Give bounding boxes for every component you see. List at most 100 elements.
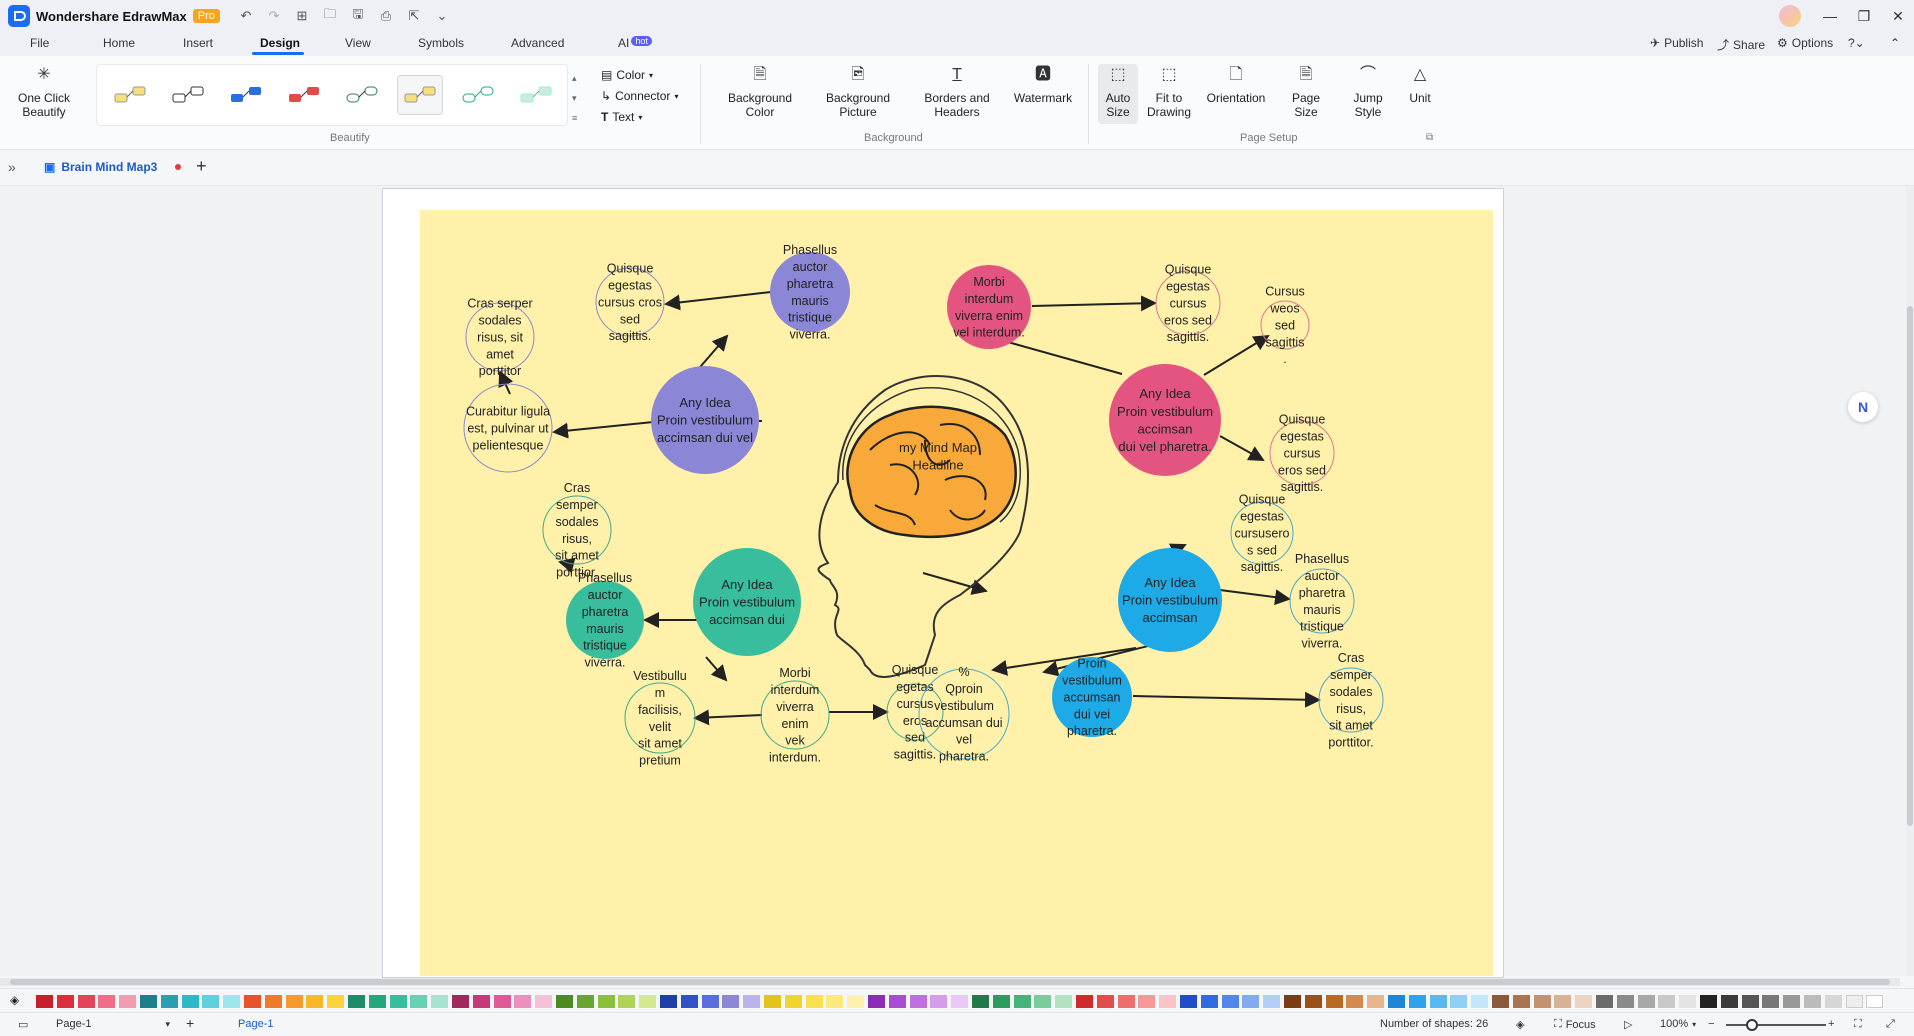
one-click-beautify-button[interactable]: ✳ One Click Beautify <box>14 67 74 120</box>
mind-map-node-c12[interactable]: Vestibullu m facilisis, velit sit amet pretiu… <box>624 669 696 768</box>
pro-badge[interactable]: Pro <box>192 9 220 23</box>
mind-map-node-c3[interactable]: Cras serper sodales risus, sit amet porttito… <box>465 297 535 379</box>
options-button[interactable]: ⚙ Options <box>1777 36 1833 50</box>
zoom-select[interactable]: 100% ▾ <box>1660 1018 1696 1030</box>
add-page-icon[interactable]: + <box>186 1015 194 1031</box>
play-icon[interactable]: ▷ <box>1624 1018 1632 1031</box>
color-swatch[interactable] <box>1492 995 1509 1008</box>
zoom-slider[interactable] <box>1726 1019 1826 1031</box>
color-swatch[interactable] <box>1096 995 1114 1008</box>
color-swatch[interactable] <box>202 995 220 1008</box>
color-swatch[interactable] <box>535 995 553 1008</box>
color-swatch[interactable] <box>56 995 74 1008</box>
color-swatch[interactable] <box>597 995 615 1008</box>
color-swatch[interactable] <box>722 995 740 1008</box>
mind-map-node-c9[interactable]: Cras semper sodales risus, sit amet porttior. <box>542 481 612 580</box>
color-swatch[interactable] <box>98 995 116 1008</box>
mind-map-background[interactable]: my Mind Map Headline Any Idea Proin vestibu… <box>420 210 1493 976</box>
color-swatch[interactable] <box>514 995 532 1008</box>
color-swatch[interactable] <box>1720 995 1738 1008</box>
color-swatch[interactable] <box>36 995 53 1008</box>
add-tab-icon[interactable]: + <box>196 156 207 177</box>
mind-map-node-p1[interactable]: Any Idea Proin vestibulum accimsan dui vel <box>651 366 759 474</box>
gallery-scroll-controls[interactable]: ▴ ▾ ≡ <box>572 68 577 128</box>
undo-icon[interactable]: ↶ <box>236 6 256 26</box>
color-swatch[interactable] <box>1575 995 1593 1008</box>
color-swatch[interactable] <box>868 995 885 1008</box>
color-swatch[interactable] <box>909 995 927 1008</box>
close-icon[interactable]: ✕ <box>1880 0 1914 32</box>
background-color-button[interactable]: 🗎 Background Color <box>720 67 800 120</box>
color-swatch[interactable] <box>77 995 95 1008</box>
style-thumb-2[interactable] <box>165 75 211 115</box>
restore-icon[interactable]: ❐ <box>1846 0 1882 32</box>
ai-assistant-button[interactable]: N <box>1848 392 1878 422</box>
color-swatch[interactable] <box>764 995 781 1008</box>
mind-map-node-p2[interactable]: Any Idea Proin vestibulum accimsan dui vel … <box>1109 364 1221 476</box>
color-swatch[interactable] <box>1471 995 1489 1008</box>
connector-arrow[interactable] <box>1219 589 1291 606</box>
color-swatch[interactable] <box>1034 995 1052 1008</box>
fit-page-icon[interactable]: ⛶ <box>1854 1018 1862 1031</box>
color-swatch[interactable] <box>888 995 906 1008</box>
fit-to-drawing-button[interactable]: ⬚ Fit to Drawing <box>1144 67 1194 120</box>
mind-map-node-c17[interactable]: Proin vestibulum accumsan dui vei pharetra. <box>1052 657 1132 739</box>
minimize-icon[interactable]: — <box>1812 0 1848 32</box>
color-swatch[interactable] <box>826 995 844 1008</box>
color-swatch[interactable] <box>1783 995 1801 1008</box>
mind-map-node-p3[interactable]: Any Idea Proin vestibulum accimsan dui <box>693 548 801 656</box>
export-icon[interactable]: ⇱ <box>404 6 424 26</box>
color-swatch[interactable] <box>1180 995 1197 1008</box>
color-swatch[interactable] <box>1367 995 1385 1008</box>
color-swatch[interactable] <box>680 995 698 1008</box>
tab-design[interactable]: Design <box>260 36 300 50</box>
page-select[interactable]: Page-1 ▾ <box>56 1018 170 1030</box>
mind-map-node-c6[interactable]: Quisque egestas cursus eros sed sagittis. <box>1155 263 1221 345</box>
page-tab-1[interactable]: Page-1 <box>238 1018 273 1030</box>
zoom-in-icon[interactable]: + <box>1828 1018 1834 1030</box>
color-swatch[interactable] <box>1325 995 1343 1008</box>
color-swatch[interactable] <box>1117 995 1135 1008</box>
style-thumb-6[interactable] <box>397 75 443 115</box>
color-swatch[interactable] <box>1346 995 1364 1008</box>
mind-map-node-c8[interactable]: Quisque egestas cursus eros sed sagittis. <box>1269 413 1335 495</box>
horizontal-scrollbar[interactable] <box>0 978 1900 986</box>
color-swatch[interactable] <box>784 995 802 1008</box>
style-thumb-8[interactable] <box>513 75 559 115</box>
open-folder-icon[interactable]: 🗀 <box>320 6 340 26</box>
color-swatch[interactable] <box>1741 995 1759 1008</box>
customize-quick-access-icon[interactable]: ⌄ <box>432 6 452 26</box>
connector-arrow[interactable] <box>1132 691 1321 708</box>
color-swatch[interactable] <box>847 995 865 1008</box>
orientation-button[interactable]: 🗋 Orientation <box>1200 67 1272 106</box>
connector-arrow[interactable] <box>552 421 654 439</box>
color-swatch[interactable] <box>1804 995 1821 1008</box>
print-icon[interactable]: ⎙ <box>376 6 396 26</box>
color-swatch[interactable] <box>160 995 178 1008</box>
color-swatch[interactable] <box>1388 995 1405 1008</box>
color-swatch[interactable] <box>805 995 823 1008</box>
color-swatch[interactable] <box>181 995 199 1008</box>
canvas-area[interactable]: my Mind Map Headline Any Idea Proin vestibu… <box>0 186 1914 978</box>
color-swatch[interactable] <box>1429 995 1447 1008</box>
color-swatch[interactable] <box>1824 995 1842 1008</box>
style-thumb-4[interactable] <box>281 75 327 115</box>
connector-arrow[interactable] <box>664 291 772 311</box>
share-button[interactable]: ⤴ Share <box>1717 36 1765 53</box>
color-swatch[interactable] <box>431 995 449 1008</box>
color-swatch[interactable] <box>1450 995 1468 1008</box>
color-swatch[interactable] <box>1554 995 1572 1008</box>
tab-file[interactable]: File <box>30 36 49 50</box>
focus-button[interactable]: ⛶ Focus <box>1554 1018 1596 1031</box>
mind-map-node-c2[interactable]: Quisque egestas cursus cros sed sagittis. <box>595 262 665 344</box>
layers-icon[interactable]: ◈ <box>1516 1018 1524 1031</box>
mind-map-node-c15[interactable]: Phasellus auctor pharetra mauris tristique vi… <box>1289 552 1355 651</box>
page-size-button[interactable]: 🗎 Page Size <box>1284 67 1328 120</box>
color-swatch[interactable] <box>576 995 594 1008</box>
connector-arrow[interactable] <box>1203 334 1270 376</box>
connector-arrow[interactable] <box>705 656 728 682</box>
color-swatch[interactable] <box>244 995 261 1008</box>
color-swatch[interactable] <box>119 995 137 1008</box>
tab-insert[interactable]: Insert <box>183 36 213 50</box>
style-thumb-7[interactable] <box>455 75 501 115</box>
